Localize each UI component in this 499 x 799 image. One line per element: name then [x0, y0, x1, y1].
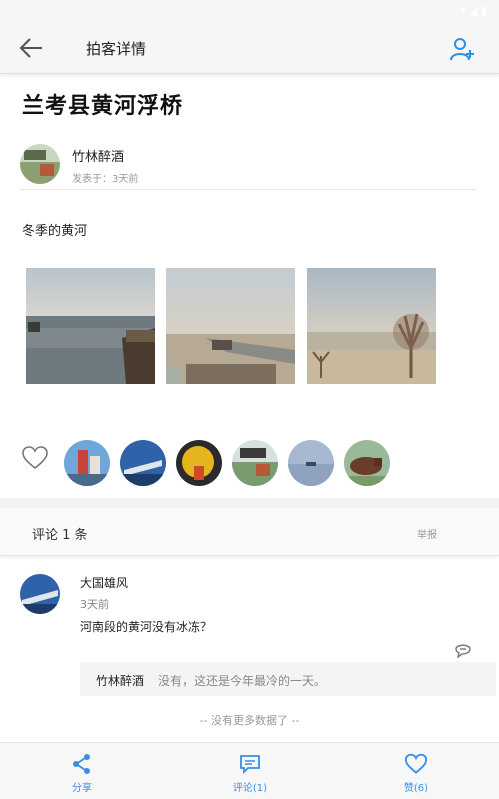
photo-grid: [26, 268, 446, 386]
like-bottom-button[interactable]: 赞(6): [376, 749, 456, 797]
author-name[interactable]: 竹林醉酒: [72, 146, 124, 165]
arrow-left-icon: [19, 38, 42, 58]
commenter-avatar[interactable]: [20, 574, 60, 614]
comment-text: 河南段的黄河没有冰冻？: [80, 620, 213, 634]
liker-avatar[interactable]: [64, 440, 110, 486]
comments-count: 评论 1 条: [32, 528, 88, 543]
liker-avatar[interactable]: [120, 440, 166, 486]
heart-icon: [405, 753, 427, 774]
back-button[interactable]: [18, 36, 44, 60]
reply-author[interactable]: 竹林醉酒: [96, 672, 144, 689]
comment-item: 大国雄风 3天前 河南段的黄河没有冰冻？ 竹林醉酒 没有，这还是今年最冷的一天。: [0, 566, 499, 706]
reply-icon: [455, 644, 471, 659]
photo-riverbank-trees[interactable]: [307, 268, 436, 384]
share-icon: [73, 754, 90, 774]
reply-box: 竹林醉酒 没有，这还是今年最冷的一天。: [80, 662, 496, 696]
photo-river-boat[interactable]: [26, 268, 155, 384]
share-button[interactable]: 分享: [42, 749, 122, 797]
section-divider: [0, 498, 499, 508]
author-row[interactable]: 竹林醉酒 发表于：3天前: [20, 142, 476, 190]
liker-avatar[interactable]: [232, 440, 278, 486]
comment-icon: [240, 755, 260, 775]
liker-avatar[interactable]: [288, 440, 334, 486]
status-icons: ▾ ◢ ▮: [459, 4, 487, 17]
comments-header: 评论 1 条 举报: [0, 508, 499, 556]
comment-label: 评论(1): [232, 783, 268, 794]
heart-outline-icon: [22, 446, 48, 470]
commenter-name[interactable]: 大国雄风: [80, 574, 128, 591]
status-bar: ▾ ◢ ▮: [0, 0, 499, 22]
likes-row: [0, 436, 499, 486]
page-title: 拍客详情: [86, 40, 147, 58]
reply-text: 没有，这还是今年最冷的一天。: [158, 674, 327, 688]
photo-pontoon-bridge[interactable]: [166, 268, 295, 384]
like-button[interactable]: [22, 446, 48, 470]
comment-button[interactable]: 评论(1): [210, 749, 290, 797]
bottom-bar: 分享 评论(1) 赞(6): [0, 742, 499, 799]
add-user-button[interactable]: [449, 36, 475, 62]
comment-time: 3天前: [80, 598, 109, 611]
top-bar: 拍客详情: [0, 22, 499, 74]
liker-avatar[interactable]: [176, 440, 222, 486]
author-avatar[interactable]: [20, 144, 60, 184]
share-label: 分享: [72, 783, 92, 794]
like-label: 赞(6): [403, 783, 429, 794]
report-button[interactable]: 举报: [417, 526, 437, 541]
no-more-data: -- 没有更多数据了 --: [199, 714, 300, 727]
add-user-icon: [450, 38, 474, 61]
post-text: 冬季的黄河: [22, 224, 88, 239]
post-title: 兰考县黄河浮桥: [22, 94, 184, 119]
liker-avatar[interactable]: [344, 440, 390, 486]
reply-button[interactable]: [453, 640, 473, 659]
post-time: 发表于：3天前: [72, 174, 139, 185]
